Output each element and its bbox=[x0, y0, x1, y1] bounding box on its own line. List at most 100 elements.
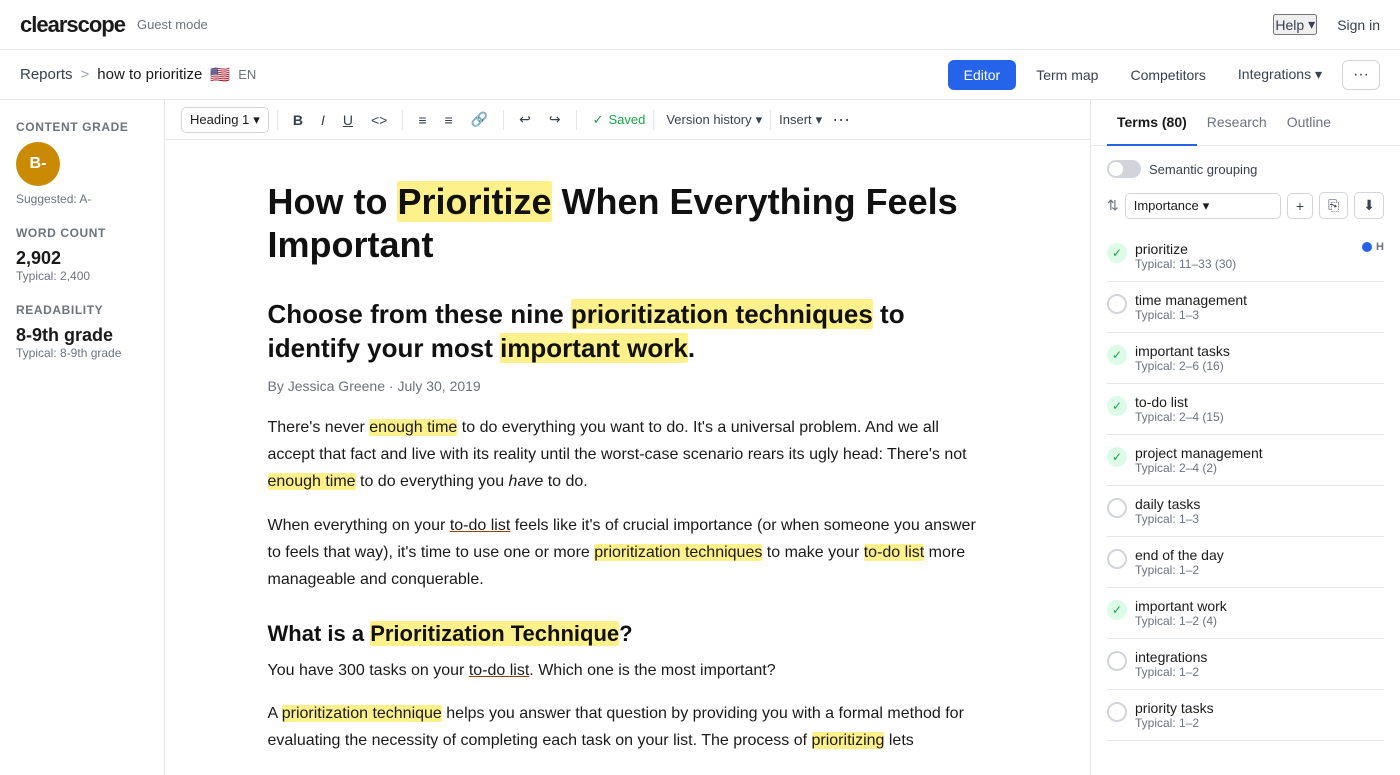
term-item[interactable]: ✓ project management Typical: 2–4 (2) bbox=[1107, 435, 1384, 486]
right-panel: Terms (80) Research Outline Semantic gro… bbox=[1090, 100, 1400, 775]
toolbar-sep-2 bbox=[402, 110, 403, 130]
editor-content[interactable]: How to Prioritize When Everything Feels … bbox=[165, 140, 1090, 775]
term-name: prioritize bbox=[1135, 241, 1354, 257]
term-item[interactable]: ✓ important tasks Typical: 2–6 (16) bbox=[1107, 333, 1384, 384]
article-title: How to Prioritize When Everything Feels … bbox=[268, 180, 988, 266]
term-badge: H bbox=[1362, 241, 1384, 253]
word-count-section: Word count 2,902 Typical: 2,400 bbox=[16, 226, 148, 283]
term-item[interactable]: integrations Typical: 1–2 bbox=[1107, 639, 1384, 690]
article-paragraph-4: A prioritization technique helps you ans… bbox=[268, 700, 988, 754]
term-name: daily tasks bbox=[1135, 496, 1384, 512]
ordered-list-button[interactable]: ≡ bbox=[437, 107, 459, 133]
term-item[interactable]: end of the day Typical: 1–2 bbox=[1107, 537, 1384, 588]
badge-blue-dot bbox=[1362, 242, 1372, 252]
code-button[interactable]: <> bbox=[364, 107, 394, 133]
reports-link[interactable]: Reports bbox=[20, 66, 73, 83]
semantic-grouping-row: Semantic grouping bbox=[1107, 160, 1384, 178]
undo-button[interactable]: ↩ bbox=[512, 106, 538, 133]
readability-label: Readability bbox=[16, 303, 148, 317]
add-term-button[interactable]: + bbox=[1287, 193, 1313, 219]
suggested-label: Suggested: A- bbox=[16, 192, 148, 206]
competitors-button[interactable]: Competitors bbox=[1118, 60, 1217, 90]
right-panel-body: Semantic grouping ⇅ Importance ▾ + ⎘ ⬇ ✓… bbox=[1091, 146, 1400, 775]
left-sidebar: Content grade B- Suggested: A- Word coun… bbox=[0, 100, 165, 775]
integrations-button[interactable]: Integrations ▾ bbox=[1226, 59, 1334, 90]
more-options-button[interactable]: ··· bbox=[1342, 60, 1380, 90]
toolbar: Heading 1 ▾ B I U <> ≡ ≡ 🔗 ↩ ↪ ✓ Saved V… bbox=[165, 100, 1090, 140]
term-item[interactable]: ✓ prioritize Typical: 11–33 (30) H bbox=[1107, 231, 1384, 282]
term-typical: Typical: 2–6 (16) bbox=[1135, 359, 1384, 373]
term-typical: Typical: 11–33 (30) bbox=[1135, 257, 1354, 271]
insert-button[interactable]: Insert ▾ bbox=[779, 112, 822, 128]
help-button[interactable]: Help ▾ bbox=[1273, 14, 1317, 35]
term-item[interactable]: priority tasks Typical: 1–2 bbox=[1107, 690, 1384, 741]
term-status-icon bbox=[1107, 549, 1127, 569]
sort-row: ⇅ Importance ▾ + ⎘ ⬇ bbox=[1107, 192, 1384, 219]
copy-terms-button[interactable]: ⎘ bbox=[1319, 192, 1348, 219]
term-name: integrations bbox=[1135, 649, 1384, 665]
term-item[interactable]: ✓ to-do list Typical: 2–4 (15) bbox=[1107, 384, 1384, 435]
tab-research[interactable]: Research bbox=[1197, 100, 1277, 146]
readability-typical: Typical: 8-9th grade bbox=[16, 346, 148, 360]
download-terms-button[interactable]: ⬇ bbox=[1354, 192, 1384, 219]
article-paragraph-3: You have 300 tasks on your to-do list. W… bbox=[268, 657, 988, 684]
redo-button[interactable]: ↪ bbox=[542, 106, 568, 133]
grade-circle: B- bbox=[16, 142, 60, 186]
term-map-button[interactable]: Term map bbox=[1024, 60, 1110, 90]
term-name: important work bbox=[1135, 598, 1384, 614]
term-typical: Typical: 2–4 (15) bbox=[1135, 410, 1384, 424]
link-button[interactable]: 🔗 bbox=[464, 106, 495, 133]
term-item[interactable]: ✓ important work Typical: 1–2 (4) bbox=[1107, 588, 1384, 639]
term-typical: Typical: 1–3 bbox=[1135, 512, 1384, 526]
term-name: to-do list bbox=[1135, 394, 1384, 410]
top-nav-right: Help ▾ Sign in bbox=[1273, 14, 1380, 35]
bold-button[interactable]: B bbox=[286, 107, 310, 133]
version-history-button[interactable]: Version history ▾ bbox=[666, 112, 762, 128]
logo: clearscope bbox=[20, 12, 125, 38]
term-status-icon: ✓ bbox=[1107, 345, 1127, 365]
main-layout: Content grade B- Suggested: A- Word coun… bbox=[0, 100, 1400, 775]
unordered-list-button[interactable]: ≡ bbox=[411, 107, 433, 133]
term-typical: Typical: 2–4 (2) bbox=[1135, 461, 1384, 475]
term-status-icon bbox=[1107, 651, 1127, 671]
tab-terms[interactable]: Terms (80) bbox=[1107, 100, 1197, 146]
term-status-icon: ✓ bbox=[1107, 396, 1127, 416]
term-typical: Typical: 1–2 bbox=[1135, 716, 1384, 730]
term-typical: Typical: 1–2 (4) bbox=[1135, 614, 1384, 628]
heading-select[interactable]: Heading 1 ▾ bbox=[181, 107, 269, 133]
badge-h-label: H bbox=[1376, 241, 1384, 253]
sort-select[interactable]: Importance ▾ bbox=[1125, 193, 1281, 219]
term-item[interactable]: time management Typical: 1–3 bbox=[1107, 282, 1384, 333]
term-status-icon bbox=[1107, 702, 1127, 722]
flag-icon: 🇺🇸 bbox=[210, 65, 230, 85]
sign-in-button[interactable]: Sign in bbox=[1337, 17, 1380, 33]
top-nav-left: clearscope Guest mode bbox=[20, 12, 208, 38]
article-subtitle: Choose from these nine prioritization te… bbox=[268, 298, 988, 366]
term-name: project management bbox=[1135, 445, 1384, 461]
content-grade-section: Content grade B- Suggested: A- bbox=[16, 120, 148, 206]
article-body: How to Prioritize When Everything Feels … bbox=[268, 180, 988, 755]
content-grade-label: Content grade bbox=[16, 120, 148, 134]
term-status-icon bbox=[1107, 498, 1127, 518]
term-name: time management bbox=[1135, 292, 1384, 308]
sort-icon: ⇅ bbox=[1107, 197, 1119, 214]
term-name: priority tasks bbox=[1135, 700, 1384, 716]
semantic-grouping-toggle[interactable] bbox=[1107, 160, 1141, 178]
breadcrumb-bar: Reports > how to prioritize 🇺🇸 EN Editor… bbox=[0, 50, 1400, 100]
readability-value: 8-9th grade bbox=[16, 325, 148, 346]
title-highlight: Prioritize bbox=[397, 181, 551, 222]
italic-button[interactable]: I bbox=[314, 107, 332, 133]
breadcrumb: Reports > how to prioritize 🇺🇸 EN bbox=[20, 65, 256, 85]
toolbar-sep-5 bbox=[653, 110, 654, 130]
term-status-icon: ✓ bbox=[1107, 243, 1127, 263]
toolbar-more-button[interactable]: ··· bbox=[826, 107, 856, 132]
tab-outline[interactable]: Outline bbox=[1277, 100, 1341, 146]
article-h3: What is a Prioritization Technique? bbox=[268, 621, 988, 647]
term-item[interactable]: daily tasks Typical: 1–3 bbox=[1107, 486, 1384, 537]
term-typical: Typical: 1–2 bbox=[1135, 665, 1384, 679]
editor-button[interactable]: Editor bbox=[948, 60, 1017, 90]
breadcrumb-current: how to prioritize bbox=[97, 66, 202, 83]
underline-button[interactable]: U bbox=[336, 107, 360, 133]
term-status-icon bbox=[1107, 294, 1127, 314]
semantic-grouping-label: Semantic grouping bbox=[1149, 162, 1257, 177]
